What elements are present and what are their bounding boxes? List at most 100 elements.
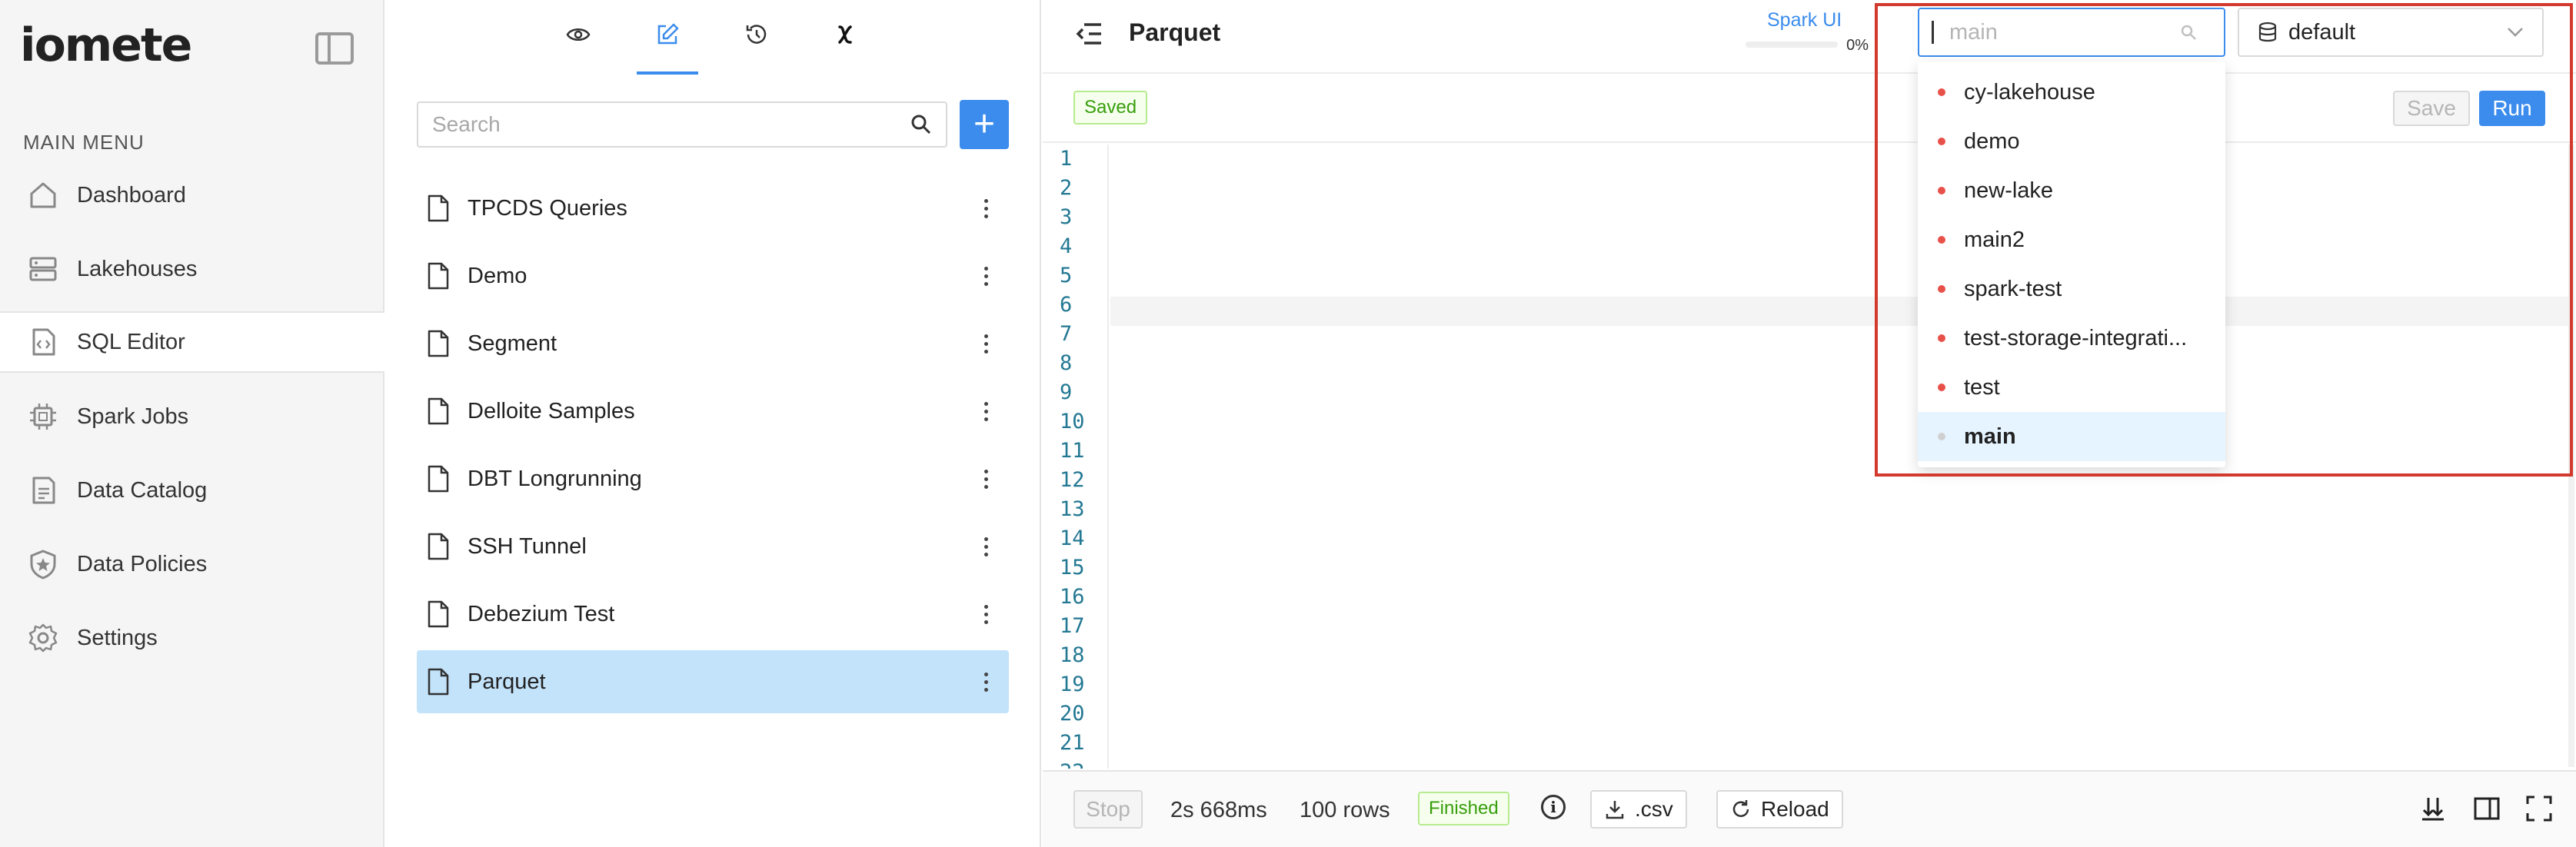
line-number: 22 <box>1043 758 1107 769</box>
line-number: 1 <box>1060 147 1073 171</box>
sidebar-item-data-catalog[interactable]: Data Catalog <box>0 460 384 521</box>
lakehouse-option-label: demo <box>1964 128 2020 154</box>
line-number: 2 <box>1060 176 1073 200</box>
file-name: TPCDS Queries <box>468 195 627 221</box>
catalog-icon <box>28 475 58 506</box>
file-item[interactable]: DBT Longrunning <box>417 447 1009 510</box>
fullscreen-icon[interactable] <box>2525 795 2553 822</box>
lakehouse-option-label: main2 <box>1964 227 2025 252</box>
file-item[interactable]: Debezium Test <box>417 583 1009 646</box>
shield-star-icon <box>28 549 58 580</box>
line-number: 6 <box>1060 293 1073 317</box>
tab-editor[interactable] <box>637 15 698 75</box>
tab-history[interactable] <box>734 15 780 54</box>
lakehouse-option[interactable]: test-storage-integrati... <box>1918 314 2225 363</box>
more-icon[interactable] <box>970 257 1001 295</box>
lakehouse-dropdown: cy-lakehouse demo new-lake main2 spark-t… <box>1918 61 2225 467</box>
status-dot-icon <box>1938 138 1945 145</box>
spark-ui-link[interactable]: Spark UI <box>1767 9 1842 32</box>
database-select[interactable]: default <box>2238 8 2544 57</box>
file-icon <box>428 533 449 560</box>
sidebar-collapse-icon[interactable] <box>315 32 354 65</box>
run-button[interactable]: Run <box>2479 91 2545 126</box>
more-icon[interactable] <box>970 527 1001 566</box>
spark-progress-bar <box>1746 42 1838 48</box>
file-search <box>417 101 947 148</box>
app-logo[interactable]: iomete <box>20 18 192 72</box>
code-editor-active-line[interactable] <box>1110 297 2571 326</box>
lakehouse-option-label: spark-test <box>1964 276 2062 301</box>
add-query-button[interactable]: + <box>960 100 1009 149</box>
more-icon[interactable] <box>970 663 1001 701</box>
file-item[interactable]: Demo <box>417 244 1009 307</box>
sidebar-item-data-policies[interactable]: Data Policies <box>0 533 384 595</box>
lakehouse-option-selected[interactable]: main <box>1918 412 2225 461</box>
sidebar-item-settings[interactable]: Settings <box>0 607 384 669</box>
variable-icon <box>838 25 852 44</box>
more-icon[interactable] <box>970 392 1001 430</box>
save-button[interactable]: Save <box>2393 91 2470 126</box>
file-icon <box>428 262 449 290</box>
line-number: 8 <box>1060 351 1073 375</box>
download-csv-label: .csv <box>1635 797 1673 821</box>
file-item[interactable]: TPCDS Queries <box>417 177 1009 240</box>
line-number: 10 <box>1060 410 1085 433</box>
line-number: 21 <box>1060 731 1085 755</box>
stop-button[interactable]: Stop <box>1073 790 1143 829</box>
download-icon <box>1606 801 1624 819</box>
lakehouse-option[interactable]: demo <box>1918 117 2225 166</box>
file-name: SSH Tunnel <box>468 533 587 559</box>
sidebar-item-label: Data Catalog <box>77 477 208 503</box>
editor-scrollbar[interactable] <box>2568 144 2574 767</box>
lakehouse-option[interactable]: main2 <box>1918 215 2225 264</box>
search-icon <box>2181 25 2196 40</box>
tab-preview[interactable] <box>555 15 601 54</box>
status-dot-icon <box>1938 384 1945 391</box>
file-item[interactable]: Segment <box>417 312 1009 375</box>
file-search-input[interactable] <box>432 112 863 137</box>
tab-variables[interactable] <box>823 15 869 54</box>
file-item[interactable]: SSH Tunnel <box>417 515 1009 578</box>
more-icon[interactable] <box>970 324 1001 363</box>
more-icon[interactable] <box>970 595 1001 633</box>
file-name: Debezium Test <box>468 601 615 626</box>
line-number: 9 <box>1060 380 1073 404</box>
sql-editor: Parquet Spark UI 0% Saved Save Run 12345… <box>1043 0 2576 847</box>
status-dot-icon <box>1938 236 1945 244</box>
result-footer: Stop 2s 668ms 100 rows Finished i .csv R… <box>1043 770 2576 847</box>
spark-progress-percent: 0% <box>1846 37 1869 54</box>
history-icon <box>746 25 767 44</box>
sidebar-item-sql-editor[interactable]: SQL Editor <box>0 311 384 373</box>
saved-status-badge: Saved <box>1073 91 1148 125</box>
code-file-icon <box>28 327 58 357</box>
sidebar-item-dashboard[interactable]: Dashboard <box>0 164 384 226</box>
more-icon[interactable] <box>970 460 1001 498</box>
lakehouse-search-input[interactable] <box>1949 19 2180 45</box>
lakehouse-option[interactable]: cy-lakehouse <box>1918 68 2225 117</box>
scroll-to-bottom-icon[interactable] <box>2419 795 2447 822</box>
lakehouse-option[interactable]: test <box>1918 363 2225 412</box>
file-item[interactable]: Delloite Samples <box>417 380 1009 443</box>
reload-label: Reload <box>1761 797 1829 821</box>
sidebar-item-lakehouses[interactable]: Lakehouses <box>0 238 384 300</box>
status-dot-icon <box>1938 433 1945 440</box>
reload-button[interactable]: Reload <box>1716 790 1843 829</box>
file-icon <box>428 465 449 493</box>
info-icon[interactable]: i <box>1541 795 1566 819</box>
line-number-gutter: 12345678910111213141516171819202122 <box>1043 144 1109 769</box>
file-item-selected[interactable]: Parquet <box>417 650 1009 713</box>
line-number: 3 <box>1060 205 1073 229</box>
server-icon <box>28 254 58 284</box>
more-icon[interactable] <box>970 189 1001 228</box>
file-icon <box>428 330 449 357</box>
file-icon <box>428 397 449 425</box>
lakehouse-select[interactable] <box>1918 8 2225 57</box>
split-view-icon[interactable] <box>2473 795 2501 822</box>
status-dot-icon <box>1938 285 1945 293</box>
collapse-panel-icon[interactable] <box>1073 18 1104 49</box>
download-csv-button[interactable]: .csv <box>1590 790 1687 829</box>
lakehouse-option[interactable]: new-lake <box>1918 166 2225 215</box>
search-icon[interactable] <box>910 114 932 135</box>
sidebar-item-spark-jobs[interactable]: Spark Jobs <box>0 386 384 447</box>
lakehouse-option[interactable]: spark-test <box>1918 264 2225 314</box>
